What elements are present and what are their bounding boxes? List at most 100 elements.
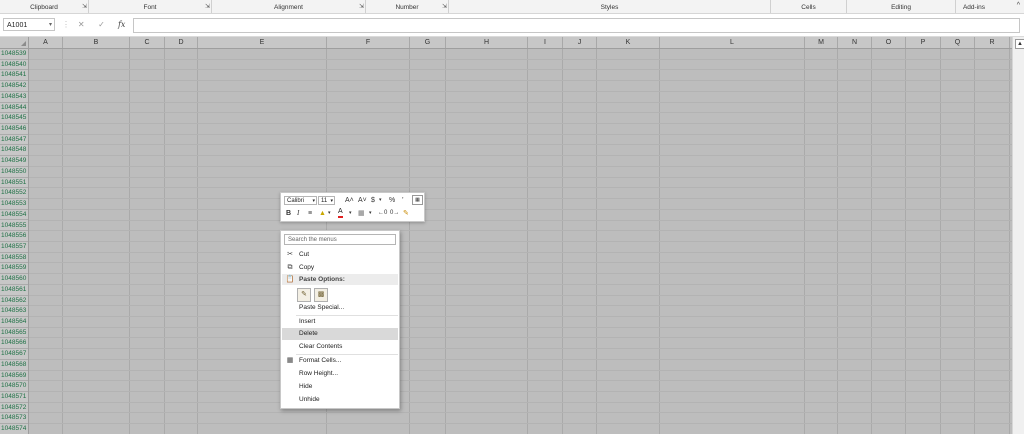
column-header-k[interactable]: K xyxy=(597,37,660,48)
row-header[interactable]: 1048547 xyxy=(0,135,28,146)
chevron-down-icon[interactable]: ▾ xyxy=(349,209,352,218)
row-header[interactable]: 1048572 xyxy=(0,403,28,414)
column-header-l[interactable]: L xyxy=(660,37,805,48)
column-header-c[interactable]: C xyxy=(130,37,165,48)
row-header[interactable]: 1048555 xyxy=(0,221,28,232)
row-header[interactable]: 1048548 xyxy=(0,145,28,157)
column-header-r[interactable]: R xyxy=(975,37,1010,48)
row-header[interactable]: 1048574 xyxy=(0,424,28,434)
menu-item-unhide[interactable]: Unhide xyxy=(282,394,398,406)
row-header[interactable]: 1048569 xyxy=(0,371,28,382)
menu-item-row-height[interactable]: Row Height... xyxy=(282,368,398,380)
menu-item-copy[interactable]: ⧉ Copy xyxy=(282,262,398,274)
column-header-p[interactable]: P xyxy=(906,37,941,48)
fill-color-icon[interactable]: ▲ xyxy=(319,209,326,218)
bold-button[interactable]: B xyxy=(286,209,291,218)
format-table-icon[interactable]: ▦ xyxy=(412,195,423,205)
column-header-i[interactable]: I xyxy=(528,37,563,48)
row-header[interactable]: 1048557 xyxy=(0,242,28,253)
currency-format-icon[interactable]: $ xyxy=(371,196,375,205)
row-header[interactable]: 1048568 xyxy=(0,360,28,371)
row-header[interactable]: 1048554 xyxy=(0,210,28,221)
clipboard-launcher-icon[interactable]: ⇲ xyxy=(82,4,87,10)
percent-style-icon[interactable]: % xyxy=(389,196,395,205)
row-header[interactable]: 1048546 xyxy=(0,124,28,135)
column-header-q[interactable]: Q xyxy=(941,37,975,48)
more-options-icon[interactable]: ⋮ xyxy=(62,18,70,31)
name-box[interactable]: A1001 ▾ xyxy=(3,18,55,31)
row-header[interactable]: 1048563 xyxy=(0,306,28,317)
row-header[interactable]: 1048561 xyxy=(0,285,28,296)
increase-font-size-icon[interactable]: A˄ xyxy=(345,196,354,205)
paste-formatting-icon[interactable]: ✎ xyxy=(297,288,311,302)
column-header-e[interactable]: E xyxy=(198,37,327,48)
worksheet-grid[interactable]: ABCDEFGHIJKLMNOPQR 1048539 1048540 1048541… xyxy=(0,37,1012,434)
font-launcher-icon[interactable]: ⇲ xyxy=(205,4,210,10)
row-header[interactable]: 1048566 xyxy=(0,338,28,350)
row-header[interactable]: 1048573 xyxy=(0,413,28,425)
row-header[interactable]: 1048549 xyxy=(0,156,28,167)
search-menus-input[interactable]: Search the menus xyxy=(284,234,396,245)
row-header[interactable]: 1048543 xyxy=(0,92,28,103)
row-header[interactable]: 1048550 xyxy=(0,167,28,178)
row-header[interactable]: 1048552 xyxy=(0,188,28,200)
vertical-scrollbar[interactable]: ▲ xyxy=(1012,37,1024,434)
column-header-b[interactable]: B xyxy=(63,37,130,48)
align-center-icon[interactable]: ≡ xyxy=(308,209,312,218)
row-header[interactable]: 1048570 xyxy=(0,381,28,392)
column-header-m[interactable]: M xyxy=(805,37,838,48)
column-header-a[interactable]: A xyxy=(29,37,63,48)
row-header[interactable]: 1048553 xyxy=(0,199,28,210)
row-header[interactable]: 1048571 xyxy=(0,392,28,403)
menu-item-delete[interactable]: Delete xyxy=(282,328,398,340)
menu-item-format-cells[interactable]: ▦ Format Cells... xyxy=(282,355,398,367)
cancel-icon[interactable]: ✕ xyxy=(72,18,90,31)
select-all-corner[interactable] xyxy=(0,37,29,48)
increase-decimal-icon[interactable]: ←0 xyxy=(378,209,387,218)
row-header[interactable]: 1048562 xyxy=(0,296,28,307)
row-header[interactable]: 1048560 xyxy=(0,274,28,285)
menu-item-cut[interactable]: ✂ Cut xyxy=(282,249,398,261)
row-header[interactable]: 1048540 xyxy=(0,60,28,71)
row-header[interactable]: 1048544 xyxy=(0,103,28,114)
column-header-j[interactable]: J xyxy=(563,37,597,48)
menu-item-insert[interactable]: Insert xyxy=(282,316,398,328)
collapse-ribbon-icon[interactable]: ^ xyxy=(1017,2,1020,9)
menu-item-paste-special[interactable]: Paste Special... xyxy=(282,302,398,314)
number-launcher-icon[interactable]: ⇲ xyxy=(442,4,447,10)
row-header[interactable]: 1048564 xyxy=(0,317,28,328)
column-header-o[interactable]: O xyxy=(872,37,906,48)
enter-icon[interactable]: ✓ xyxy=(92,18,110,31)
alignment-launcher-icon[interactable]: ⇲ xyxy=(359,4,364,10)
font-color-icon[interactable]: A xyxy=(338,208,343,218)
row-header[interactable]: 1048545 xyxy=(0,113,28,124)
font-size-box[interactable]: 11 ▾ xyxy=(318,196,335,205)
name-box-dropdown-icon[interactable]: ▾ xyxy=(49,19,52,32)
decrease-decimal-icon[interactable]: 0→ xyxy=(390,209,399,218)
menu-item-clear-contents[interactable]: Clear Contents xyxy=(282,341,398,353)
row-header[interactable]: 1048539 xyxy=(0,49,28,60)
row-header[interactable]: 1048551 xyxy=(0,178,28,189)
row-header[interactable]: 1048565 xyxy=(0,328,28,339)
borders-icon[interactable]: ▦ xyxy=(358,209,365,218)
chevron-down-icon[interactable]: ▾ xyxy=(369,209,372,218)
row-header[interactable]: 1048558 xyxy=(0,253,28,264)
column-header-n[interactable]: N xyxy=(838,37,872,48)
chevron-down-icon[interactable]: ▾ xyxy=(379,196,382,205)
insert-function-icon[interactable]: fx xyxy=(113,18,131,31)
row-header[interactable]: 1048541 xyxy=(0,70,28,82)
formula-input[interactable] xyxy=(133,18,1020,33)
menu-item-hide[interactable]: Hide xyxy=(282,381,398,393)
paste-icon[interactable]: ▩ xyxy=(314,288,328,302)
scroll-up-icon[interactable]: ▲ xyxy=(1015,39,1024,49)
row-header[interactable]: 1048567 xyxy=(0,349,28,360)
chevron-down-icon[interactable]: ▾ xyxy=(328,209,331,218)
row-header[interactable]: 1048542 xyxy=(0,81,28,92)
column-header-d[interactable]: D xyxy=(165,37,198,48)
font-name-box[interactable]: Calibri ▾ xyxy=(284,196,317,205)
column-header-g[interactable]: G xyxy=(410,37,446,48)
italic-button[interactable]: I xyxy=(297,209,299,218)
row-header[interactable]: 1048559 xyxy=(0,263,28,275)
column-header-h[interactable]: H xyxy=(446,37,528,48)
format-painter-icon[interactable]: ✎ xyxy=(403,209,409,218)
